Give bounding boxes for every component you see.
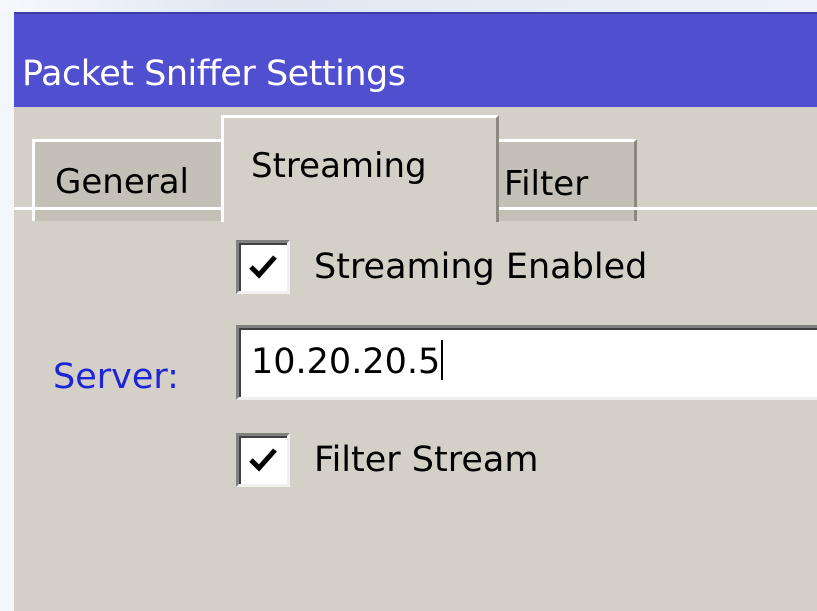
- checkmark-icon: [249, 255, 277, 279]
- filter-stream-checkbox[interactable]: [236, 433, 290, 487]
- tab-strip: General Streaming Filter: [14, 107, 817, 222]
- streaming-enabled-row: Streaming Enabled: [236, 240, 647, 294]
- server-input-value: 10.20.20.5: [251, 342, 441, 382]
- filter-stream-row: Filter Stream: [236, 433, 538, 487]
- tab-streaming-label: Streaming: [251, 146, 427, 186]
- tab-filter-label: Filter: [504, 164, 589, 204]
- checkmark-icon: [249, 448, 277, 472]
- server-input[interactable]: 10.20.20.5: [236, 325, 817, 400]
- tab-streaming[interactable]: Streaming: [221, 115, 499, 222]
- window-title: Packet Sniffer Settings: [22, 54, 406, 94]
- tab-general-label: General: [55, 162, 189, 202]
- desktop-background-strip: [0, 0, 817, 12]
- text-caret: [441, 340, 444, 380]
- streaming-enabled-label[interactable]: Streaming Enabled: [314, 247, 647, 287]
- filter-stream-label[interactable]: Filter Stream: [314, 440, 538, 480]
- server-label: Server:: [53, 357, 179, 397]
- title-bar[interactable]: Packet Sniffer Settings: [14, 12, 817, 107]
- packet-sniffer-settings-window: Packet Sniffer Settings General Streamin…: [14, 12, 817, 611]
- streaming-enabled-checkbox[interactable]: [236, 240, 290, 294]
